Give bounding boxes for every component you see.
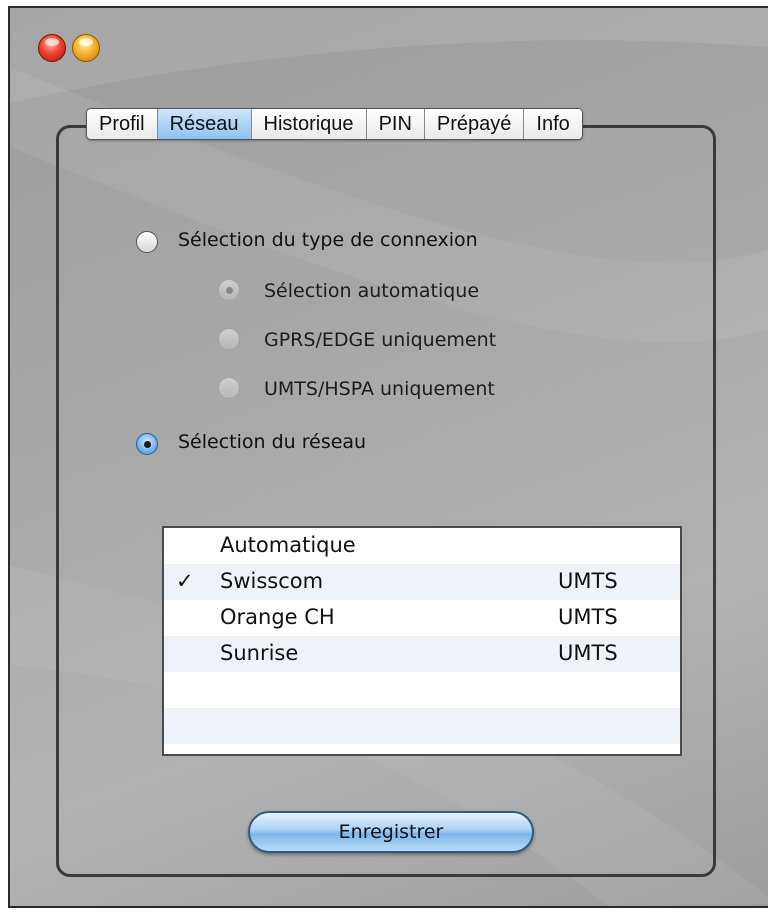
- network-name: Automatique: [220, 533, 356, 557]
- network-selection-radio[interactable]: [136, 433, 158, 455]
- network-name: Swisscom: [220, 569, 324, 593]
- auto-selection-radio[interactable]: [218, 279, 240, 301]
- umts-hspa-radio[interactable]: [218, 377, 240, 399]
- list-item[interactable]: Orange CH UMTS: [164, 600, 680, 636]
- umts-hspa-label: UMTS/HSPA uniquement: [264, 378, 495, 400]
- gprs-edge-radio[interactable]: [218, 328, 240, 350]
- list-item-empty: [164, 708, 680, 744]
- tab-prepaye[interactable]: Prépayé: [424, 109, 525, 139]
- list-item[interactable]: ✓ Swisscom UMTS: [164, 564, 680, 600]
- network-technology: UMTS: [558, 605, 618, 629]
- network-technology: UMTS: [558, 641, 618, 665]
- auto-selection-label: Sélection automatique: [264, 280, 480, 302]
- checkmark-icon: ✓: [176, 569, 194, 593]
- tab-info[interactable]: Info: [524, 109, 582, 139]
- tab-profil[interactable]: Profil: [87, 109, 158, 139]
- tab-bar: Profil Réseau Historique PIN Prépayé Inf…: [86, 108, 583, 140]
- connection-type-radio[interactable]: [136, 231, 158, 253]
- save-button[interactable]: Enregistrer: [248, 811, 534, 853]
- close-icon[interactable]: [38, 34, 66, 62]
- tab-pin[interactable]: PIN: [366, 109, 425, 139]
- network-name: Sunrise: [220, 641, 299, 665]
- list-item[interactable]: Sunrise UMTS: [164, 636, 680, 672]
- list-item-empty: [164, 672, 680, 708]
- tab-historique[interactable]: Historique: [251, 109, 367, 139]
- tab-reseau[interactable]: Réseau: [157, 109, 252, 139]
- network-technology: UMTS: [558, 569, 618, 593]
- network-name: Orange CH: [220, 605, 335, 629]
- network-list[interactable]: Automatique ✓ Swisscom UMTS Orange CH UM…: [162, 526, 682, 756]
- connection-type-label: Sélection du type de connexion: [178, 229, 478, 251]
- gprs-edge-label: GPRS/EDGE uniquement: [264, 329, 497, 351]
- network-selection-label: Sélection du réseau: [178, 431, 367, 453]
- minimize-icon[interactable]: [72, 34, 100, 62]
- list-item[interactable]: Automatique: [164, 528, 680, 564]
